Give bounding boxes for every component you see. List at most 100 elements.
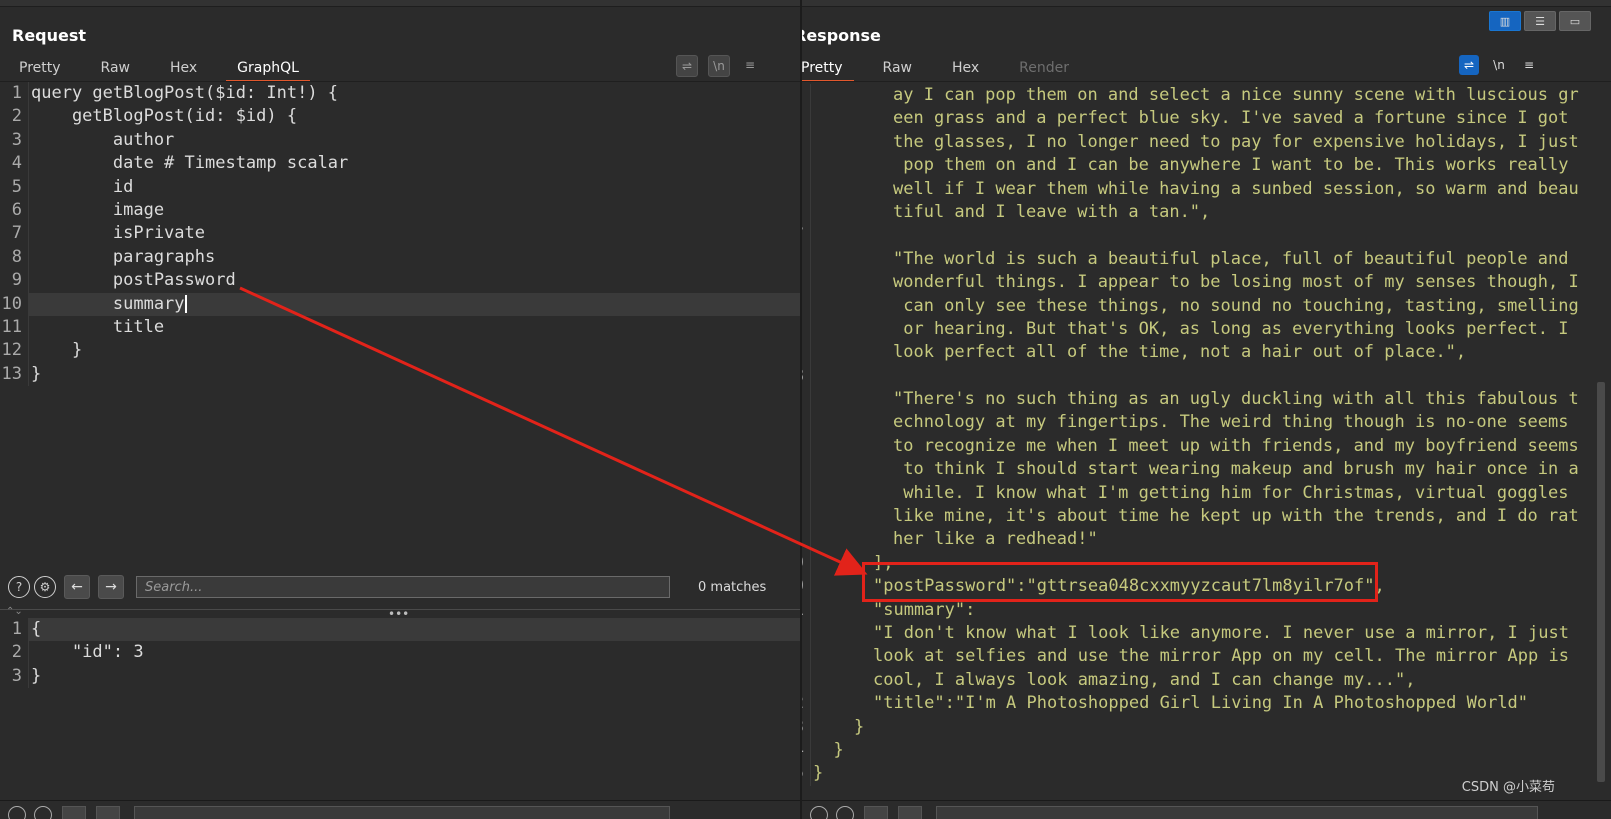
code-line: "I don't know what I look like anymore. … (802, 621, 1611, 646)
line-number (802, 645, 811, 669)
line-number: 21 (802, 598, 811, 622)
code-line: 9 postPassword (0, 269, 800, 293)
line-number: 11 (0, 315, 29, 340)
code-text: } (31, 340, 83, 361)
menu-icon[interactable]: ≡ (740, 55, 760, 75)
code-text: well if I wear them while having a sunbe… (893, 178, 1579, 199)
code-line: 24 } (802, 738, 1611, 763)
variables-editor[interactable]: 1{2 "id": 3 3} (0, 618, 800, 689)
code-text: while. I know what I'm getting him for C… (893, 482, 1569, 503)
request-bottom-strip (0, 800, 800, 819)
line-number: 6 (0, 198, 29, 223)
code-line: 11 title (0, 315, 800, 340)
wrap-icon[interactable]: ⇌ (676, 55, 698, 77)
collapse-icon[interactable]: ⌃⌄ (6, 606, 23, 617)
code-text: or hearing. But that's OK, as long as ev… (893, 318, 1569, 339)
code-text: to recognize me when I meet up with frie… (893, 435, 1579, 456)
line-number (802, 177, 811, 201)
response-bottom-strip (802, 800, 1611, 819)
code-line: can only see these things, no sound no t… (802, 294, 1611, 318)
bottom-help-icon (8, 805, 26, 819)
line-number (802, 481, 811, 506)
line-number: 8 (0, 245, 29, 270)
code-line: pop them on and I can be anywhere I want… (802, 154, 1611, 178)
tab-hex[interactable]: Hex (941, 56, 990, 80)
code-line: 18 (802, 364, 1611, 389)
tab-raw[interactable]: Raw (90, 56, 141, 80)
line-number (802, 458, 811, 482)
code-text: } (813, 716, 865, 737)
line-number (802, 411, 811, 435)
layout-single-icon[interactable]: ▭ (1559, 11, 1591, 31)
code-line: to recognize me when I meet up with frie… (802, 434, 1611, 459)
tab-hex[interactable]: Hex (159, 56, 208, 80)
code-line: wonderful things. I appear to be losing … (802, 271, 1611, 295)
code-line: 17 (802, 224, 1611, 248)
help-icon[interactable]: ? (8, 576, 30, 598)
line-number: 2 (0, 105, 29, 129)
highlight-box (862, 562, 1378, 602)
code-line: 3} (0, 664, 800, 689)
tab-graphql[interactable]: GraphQL (226, 56, 310, 82)
bottom-search-input (134, 805, 670, 819)
newline-icon[interactable]: \n (708, 55, 730, 77)
line-number: 7 (0, 222, 29, 246)
code-text: { (29, 618, 800, 642)
search-matches: 0 matches (698, 579, 767, 595)
line-number: 4 (0, 152, 29, 176)
code-line: ay I can pop them on and select a nice s… (802, 84, 1611, 108)
layout-stacked-icon[interactable]: ☰ (1524, 11, 1556, 31)
line-number: 25 (802, 762, 811, 786)
layout-side-by-side-icon[interactable]: ▥ (1489, 11, 1521, 31)
response-toolbar: ⇌ \n ≡ (1459, 55, 1539, 75)
code-text: tiful and I leave with a tan.", (893, 201, 1211, 222)
line-number (802, 200, 811, 225)
search-input[interactable]: Search... (136, 576, 670, 598)
tab-raw[interactable]: Raw (872, 56, 923, 80)
line-number: 13 (0, 362, 29, 387)
tab-pretty[interactable]: Pretty (802, 56, 854, 82)
code-text: date # Timestamp scalar (31, 153, 349, 174)
code-text: een grass and a perfect blue sky. I've s… (893, 108, 1569, 129)
newline-icon[interactable]: \n (1489, 55, 1509, 75)
code-line: cool, I always look amazing, and I can c… (802, 668, 1611, 693)
code-text: paragraphs (31, 246, 216, 267)
code-line: 2 "id": 3 (0, 641, 800, 665)
code-line: 8 paragraphs (0, 245, 800, 270)
code-line: 22 "title":"I'm A Photoshopped Girl Livin… (802, 692, 1611, 716)
panel-divider[interactable]: ⌃⌄ ••• (0, 606, 800, 621)
bottom-prev-button (62, 805, 86, 819)
settings-icon[interactable]: ⚙ (34, 576, 56, 598)
arrow-right-icon[interactable]: → (98, 575, 124, 599)
text-caret (184, 294, 187, 313)
line-number (802, 107, 811, 131)
bottom-settings-icon (836, 805, 854, 819)
code-line: 5 id (0, 175, 800, 199)
query-editor[interactable]: 1 query getBlogPost($id: Int!) {2 getBlog… (0, 82, 800, 387)
line-number: 17 (802, 224, 811, 248)
code-text: "title":"I'm A Photoshopped Girl Living … (873, 693, 1529, 714)
arrow-left-icon[interactable]: ← (64, 575, 90, 599)
code-line: 4 date # Timestamp scalar (0, 152, 800, 176)
line-number: 1 (0, 618, 29, 642)
tab-render: Render (1019, 60, 1070, 76)
code-text: postPassword (31, 270, 236, 291)
layout-toggle: ▥ ☰ ▭ (1489, 11, 1591, 31)
code-line: 3 author (0, 128, 800, 153)
wrap-icon[interactable]: ⇌ (1459, 55, 1479, 75)
code-line: 21 "summary": (802, 598, 1611, 622)
code-line: 13} (0, 362, 800, 387)
menu-icon[interactable]: ≡ (1519, 55, 1539, 75)
code-text: id (31, 176, 134, 197)
code-line: to think I should start wearing makeup a… (802, 458, 1611, 482)
tab-pretty[interactable]: Pretty (8, 56, 72, 80)
line-number: 1 (0, 82, 29, 106)
code-text: ay I can pop them on and select a nice s… (893, 85, 1579, 105)
code-text: cool, I always look amazing, and I can c… (873, 669, 1416, 690)
scrollbar[interactable] (1597, 382, 1605, 782)
response-editor[interactable]: ay I can pop them on and select a nice s… (802, 84, 1611, 786)
code-text: "summary": (873, 599, 976, 620)
bottom-settings-icon (34, 805, 52, 819)
